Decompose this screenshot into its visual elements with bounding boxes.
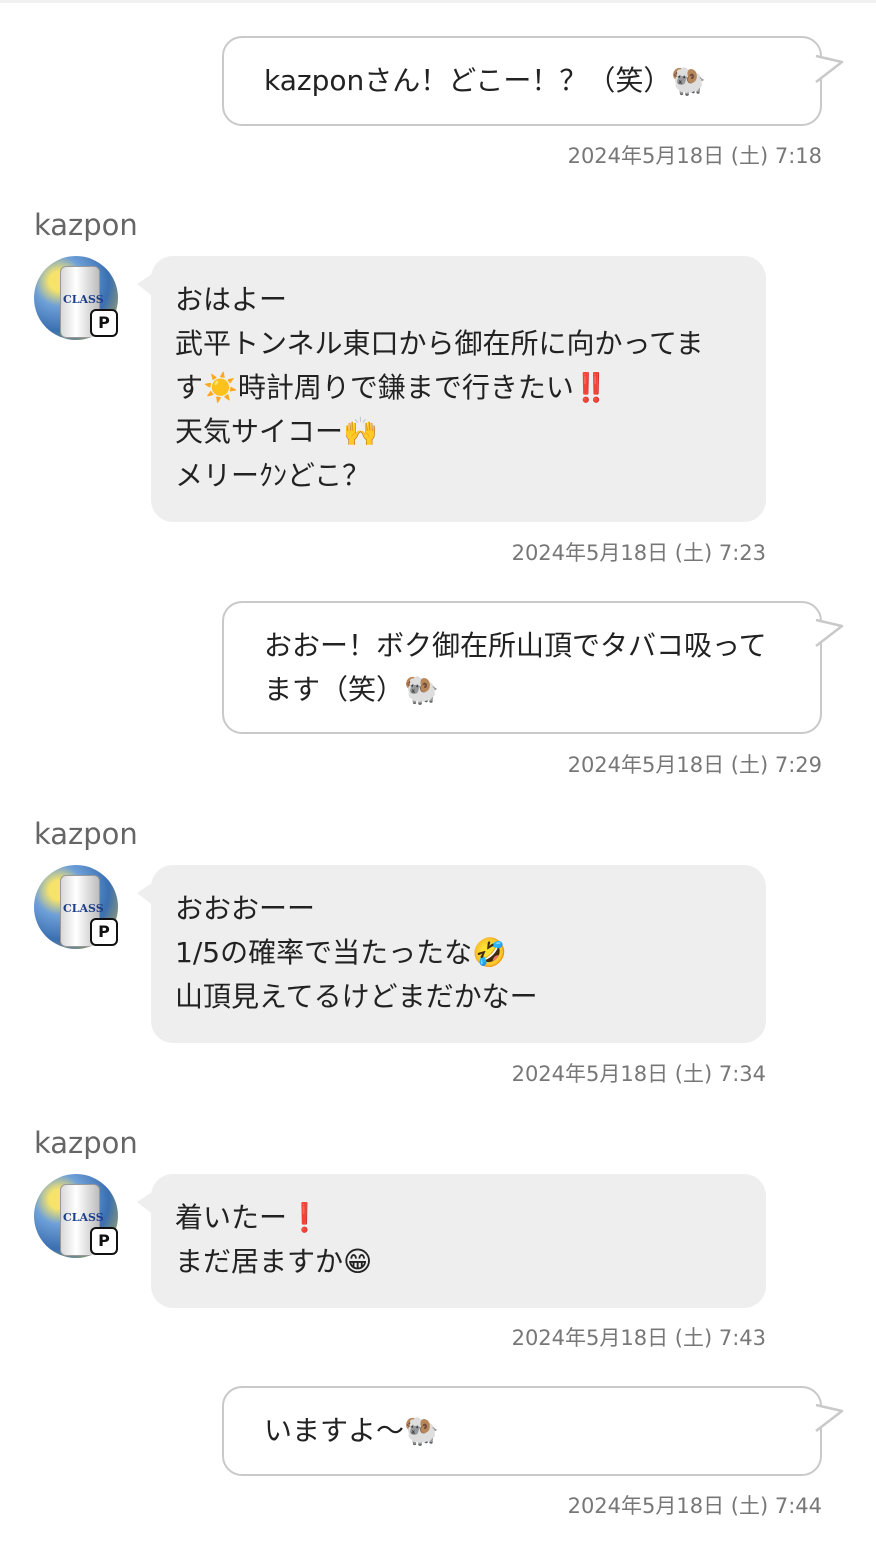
message-timestamp: 2024年5月18日 (土) 7:29 xyxy=(567,753,822,777)
bubble-tail xyxy=(815,618,844,647)
message-text-line: 1/5の確率で当たったな🤣 xyxy=(175,936,507,969)
outgoing-message-bubble[interactable]: kazponさん！どこー！？（笑）🐏 xyxy=(222,36,822,126)
bubble-tail xyxy=(815,1403,844,1432)
avatar[interactable]: CLASS P xyxy=(34,865,118,949)
can-label: CLASS xyxy=(63,902,104,915)
message-text-line: おはよー xyxy=(175,283,288,316)
can-label: CLASS xyxy=(63,293,104,306)
message-timestamp: 2024年5月18日 (土) 7:23 xyxy=(511,541,766,565)
message-timestamp: 2024年5月18日 (土) 7:44 xyxy=(567,1494,822,1518)
message-text-line: おおおーー xyxy=(175,892,316,925)
bubble-tail xyxy=(815,54,844,83)
message-text-line: 武平トンネル東口から御在所に向かってま xyxy=(175,327,704,360)
premium-badge-icon: P xyxy=(90,1227,118,1255)
incoming-message-bubble[interactable]: おはよー 武平トンネル東口から御在所に向かってま す☀️時計周りで鎌まで行きたい… xyxy=(151,256,766,522)
outgoing-message-bubble[interactable]: おおー！ボク御在所山頂でタバコ吸って ます（笑）🐏 xyxy=(222,601,822,734)
message-text-line: kazponさん！どこー！？（笑）🐏 xyxy=(264,64,707,97)
message-timestamp: 2024年5月18日 (土) 7:43 xyxy=(511,1326,766,1350)
message-timestamp: 2024年5月18日 (土) 7:34 xyxy=(511,1062,766,1086)
avatar[interactable]: CLASS P xyxy=(34,1174,118,1258)
message-text-line: 天気サイコー🙌 xyxy=(175,415,378,448)
message-timestamp: 2024年5月18日 (土) 7:18 xyxy=(567,144,822,168)
sender-name: kazpon xyxy=(34,208,138,242)
message-text-line: 着いたー❗ xyxy=(175,1201,322,1234)
avatar[interactable]: CLASS P xyxy=(34,256,118,340)
message-text-line: メリーｸﾝどこ？ xyxy=(175,459,371,492)
outgoing-message-bubble[interactable]: いますよ〜🐏 xyxy=(222,1386,822,1476)
incoming-message-bubble[interactable]: おおおーー 1/5の確率で当たったな🤣 山頂見えてるけどまだかなー xyxy=(151,865,766,1043)
sender-name: kazpon xyxy=(34,1126,138,1160)
message-text-line: す☀️時計周りで鎌まで行きたい‼️ xyxy=(175,371,609,404)
top-divider xyxy=(0,0,876,3)
sender-name: kazpon xyxy=(34,817,138,851)
premium-badge-icon: P xyxy=(90,918,118,946)
premium-badge-icon: P xyxy=(90,309,118,337)
message-text-line: いますよ〜🐏 xyxy=(264,1414,439,1447)
message-text-line: ます（笑）🐏 xyxy=(264,672,439,706)
message-text-line: おおー！ボク御在所山頂でタバコ吸って xyxy=(264,628,767,662)
message-text-line: 山頂見えてるけどまだかなー xyxy=(175,980,538,1013)
can-label: CLASS xyxy=(63,1211,104,1224)
incoming-message-bubble[interactable]: 着いたー❗ まだ居ますか😁 xyxy=(151,1174,766,1308)
message-text-line: まだ居ますか😁 xyxy=(175,1245,373,1278)
